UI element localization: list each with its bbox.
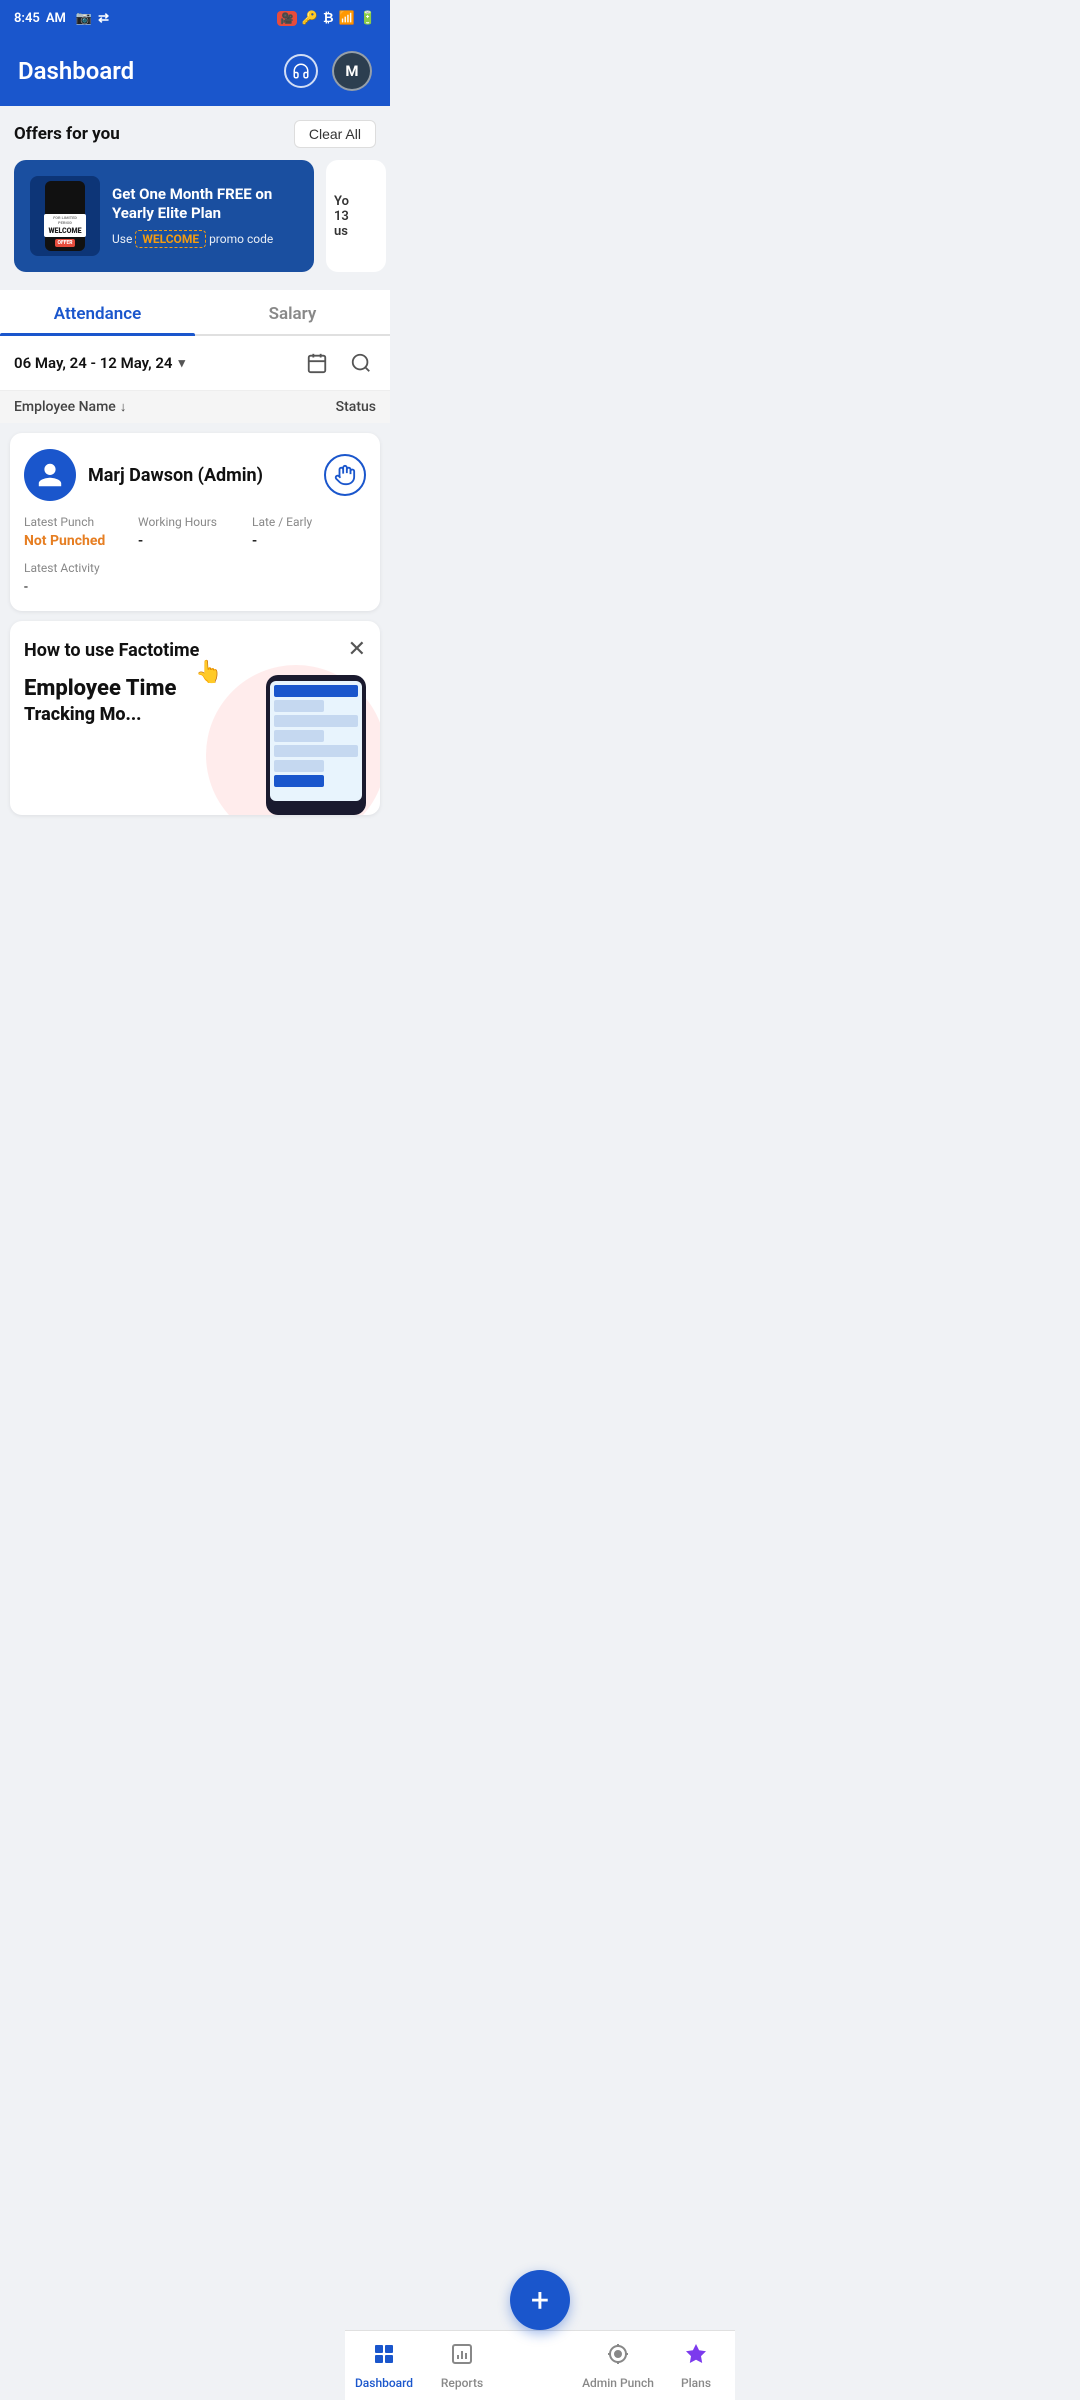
bluetooth-icon: ₿ <box>323 10 334 26</box>
employee-stats: Latest Punch Not Punched Working Hours -… <box>24 515 366 549</box>
wifi-icon: 📶 <box>339 11 355 26</box>
nav-dashboard[interactable]: Dashboard <box>345 2336 423 2396</box>
date-range-selector[interactable]: 06 May, 24 - 12 May, 24 ▾ <box>14 354 185 372</box>
status-label: Status <box>336 399 376 415</box>
touch-punch-button[interactable] <box>324 454 366 496</box>
offers-section: Offers for you Clear All FOR LIMITED PER… <box>0 106 390 282</box>
howto-content: Employee Time Tracking Mo... <box>24 675 366 815</box>
employee-card: Marj Dawson (Admin) Latest Punch Not Pun… <box>10 433 380 611</box>
latest-punch-value: Not Punched <box>24 533 138 549</box>
nav-plans[interactable]: Plans <box>657 2336 735 2396</box>
nav-reports[interactable]: Reports <box>423 2336 501 2396</box>
nav-fab-placeholder <box>501 2360 579 2372</box>
video-icon: 🎥 <box>277 11 297 26</box>
dashboard-icon <box>372 2342 396 2372</box>
battery-icon: 🔋 <box>360 11 376 26</box>
offer-label: OFFER <box>55 239 76 247</box>
latest-punch-label: Latest Punch <box>24 515 138 529</box>
nav-admin-punch-label: Admin Punch <box>582 2376 654 2390</box>
latest-activity-value: - <box>24 579 366 595</box>
welcome-badge: FOR LIMITED PERIOD WELCOME <box>44 214 85 237</box>
employee-name: Marj Dawson (Admin) <box>88 465 312 486</box>
employee-name-label: Employee Name <box>14 399 116 415</box>
promo-code-badge: WELCOME <box>135 230 206 248</box>
calendar-icon[interactable] <box>302 348 332 378</box>
latest-activity-label: Latest Activity <box>24 561 366 575</box>
latest-activity-section: Latest Activity - <box>24 561 366 595</box>
howto-main-text: Employee Time <box>24 675 256 704</box>
late-early-stat: Late / Early - <box>252 515 366 549</box>
filter-icons <box>302 348 376 378</box>
bottom-nav: Dashboard Reports Admin Punch <box>345 2330 735 2400</box>
support-icon[interactable] <box>284 54 318 88</box>
tab-salary[interactable]: Salary <box>195 290 390 334</box>
clear-all-button[interactable]: Clear All <box>294 120 376 148</box>
close-icon[interactable]: ✕ <box>348 639 366 661</box>
working-hours-value: - <box>138 533 252 549</box>
working-hours-label: Working Hours <box>138 515 252 529</box>
header: Dashboard M <box>0 36 390 106</box>
howto-phone-mockup <box>266 675 366 815</box>
offer-headline: Get One Month FREE on Yearly Elite Plan <box>112 185 298 224</box>
status-bar-left: 8:45 AM 📷 ⇄ <box>14 11 109 26</box>
chevron-down-icon: ▾ <box>178 356 185 371</box>
plans-icon <box>684 2342 708 2372</box>
nav-reports-label: Reports <box>441 2376 483 2390</box>
header-icons: M <box>284 51 372 91</box>
nav-plans-label: Plans <box>681 2376 711 2390</box>
time-display: 8:45 <box>14 11 40 26</box>
latest-punch-stat: Latest Punch Not Punched <box>24 515 138 549</box>
swap-icon: ⇄ <box>98 11 109 26</box>
howto-title: How to use Factotime <box>24 640 199 661</box>
camera-icon: 📷 <box>76 11 92 26</box>
filter-row: 06 May, 24 - 12 May, 24 ▾ <box>0 336 390 391</box>
tabs-section: Attendance Salary 06 May, 24 - 12 May, 2… <box>0 290 390 391</box>
main-content: Offers for you Clear All FOR LIMITED PER… <box>0 106 390 895</box>
offer-cards-row: FOR LIMITED PERIOD WELCOME OFFER Get One… <box>14 160 376 272</box>
nav-admin-punch[interactable]: Admin Punch <box>579 2336 657 2396</box>
status-bar: 8:45 AM 📷 ⇄ 🎥 🔑 ₿ 📶 🔋 <box>0 0 390 36</box>
employee-name-col: Employee Name ↓ <box>14 399 126 415</box>
offer-card-partial[interactable]: Yo 13 us <box>326 160 386 272</box>
am-pm-display: AM <box>46 11 66 26</box>
employee-avatar <box>24 449 76 501</box>
column-headers: Employee Name ↓ Status <box>0 391 390 423</box>
tab-attendance[interactable]: Attendance <box>0 290 195 334</box>
howto-phone-screen <box>270 681 362 801</box>
admin-punch-icon <box>606 2342 630 2372</box>
offer-card-main[interactable]: FOR LIMITED PERIOD WELCOME OFFER Get One… <box>14 160 314 272</box>
key-icon: 🔑 <box>302 11 318 26</box>
offer-phone-image: FOR LIMITED PERIOD WELCOME OFFER <box>30 176 100 256</box>
offers-header: Offers for you Clear All <box>14 120 376 148</box>
offers-title: Offers for you <box>14 124 120 144</box>
sort-arrow-icon[interactable]: ↓ <box>120 399 127 415</box>
promo-line: Use WELCOME promo code <box>112 230 298 248</box>
phone-shape: FOR LIMITED PERIOD WELCOME OFFER <box>45 181 85 251</box>
late-early-value: - <box>252 533 366 549</box>
reports-icon <box>450 2342 474 2372</box>
status-bar-right: 🎥 🔑 ₿ 📶 🔋 <box>277 10 376 26</box>
page-title: Dashboard <box>18 57 134 85</box>
working-hours-stat: Working Hours - <box>138 515 252 549</box>
date-range-label: 06 May, 24 - 12 May, 24 <box>14 354 172 372</box>
fab-add-button[interactable]: + <box>510 2270 570 2330</box>
search-icon[interactable] <box>346 348 376 378</box>
avatar[interactable]: M <box>332 51 372 91</box>
employee-card-header: Marj Dawson (Admin) <box>24 449 366 501</box>
nav-dashboard-label: Dashboard <box>355 2376 413 2390</box>
tabs-row: Attendance Salary <box>0 290 390 336</box>
offer-text: Get One Month FREE on Yearly Elite Plan … <box>112 185 298 248</box>
howto-card: How to use Factotime ✕ Employee Time Tra… <box>10 621 380 815</box>
howto-header: How to use Factotime ✕ <box>24 639 366 661</box>
late-early-label: Late / Early <box>252 515 366 529</box>
